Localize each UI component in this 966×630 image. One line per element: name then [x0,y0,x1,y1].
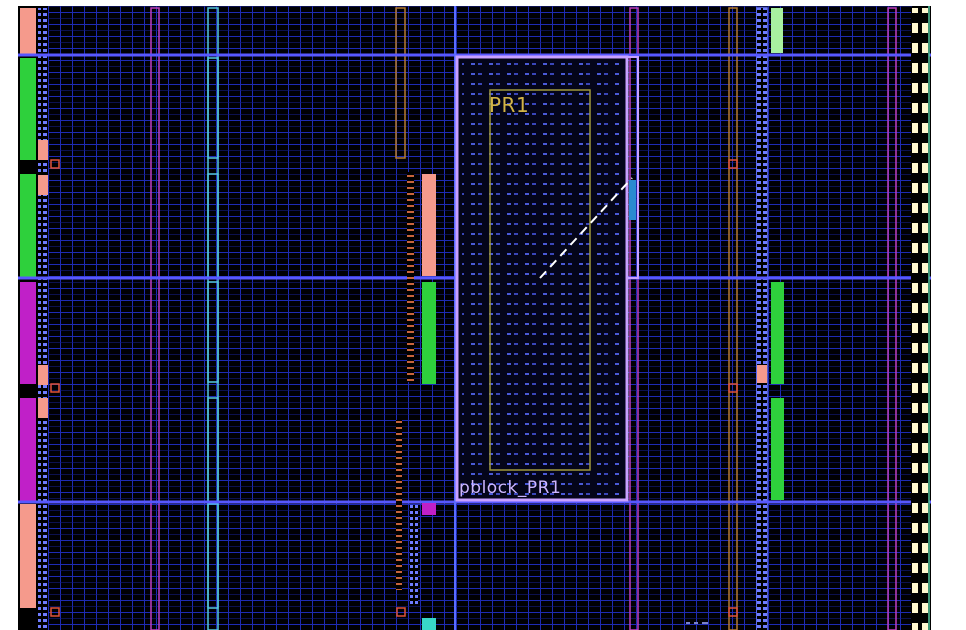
io-column [911,8,929,630]
pr1-region [458,58,626,500]
right-bram-column [757,8,767,630]
left-bram-column [38,8,48,630]
status-marks [686,622,708,624]
pblock-label[interactable]: pblock_PR1 [459,478,561,498]
device-view-canvas[interactable] [0,0,966,630]
pr1-label: PR1 [489,93,530,117]
pblock-cyan-tab [629,180,636,220]
left-region-strip [20,8,36,630]
